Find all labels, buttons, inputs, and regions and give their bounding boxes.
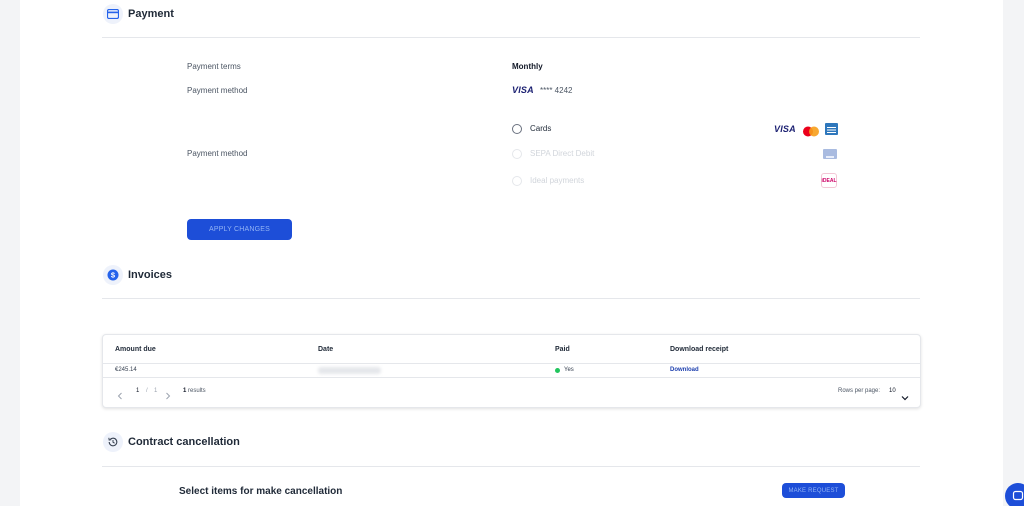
table-row: €245.14 Yes Download — [103, 364, 920, 377]
visa-card-logo: VISA — [774, 124, 796, 134]
payment-terms-label: Payment terms — [187, 62, 241, 71]
date-cell-redacted — [318, 367, 381, 374]
chevron-down-icon[interactable] — [901, 388, 909, 406]
history-icon — [103, 432, 123, 452]
page-separator: / — [146, 388, 148, 394]
payment-section-title: Payment — [128, 8, 174, 20]
chat-icon[interactable] — [1005, 483, 1024, 506]
invoices-section-title: Invoices — [128, 269, 173, 281]
ideal-logo-text: iDEAL — [821, 177, 837, 184]
ideal-icon: iDEAL — [821, 173, 837, 188]
select-items-text: Select items for make cancellation — [179, 486, 343, 497]
payment-method-label: Payment method — [187, 86, 248, 95]
ideal-option-label[interactable]: Ideal payments — [530, 176, 584, 185]
visa-logo: VISA — [512, 85, 534, 95]
card-masked-number: **** 4242 — [540, 86, 573, 95]
payment-terms-value: Monthly — [512, 62, 543, 71]
amex-icon — [825, 123, 838, 135]
results-label: results — [188, 388, 206, 394]
cards-option-label[interactable]: Cards — [530, 124, 551, 133]
sepa-icon — [823, 149, 837, 159]
column-header-date[interactable]: Date — [318, 346, 333, 353]
download-link[interactable]: Download — [670, 367, 699, 373]
chevron-right-icon[interactable] — [165, 387, 171, 405]
credit-card-icon — [103, 4, 123, 24]
apply-changes-button[interactable]: APPLY CHANGES — [187, 219, 292, 240]
dollar-icon: $ — [103, 265, 123, 285]
column-header-download[interactable]: Download receipt — [670, 346, 728, 353]
ideal-radio[interactable] — [512, 176, 522, 186]
page-current: 1 — [136, 388, 140, 394]
amount-cell: €245.14 — [115, 367, 137, 373]
cards-radio[interactable] — [512, 124, 522, 134]
make-request-button[interactable]: MAKE REQUEST — [782, 483, 845, 498]
column-header-paid[interactable]: Paid — [555, 346, 570, 353]
sepa-radio[interactable] — [512, 149, 522, 159]
invoices-divider — [102, 298, 920, 299]
sepa-option-label[interactable]: SEPA Direct Debit — [530, 149, 594, 158]
payment-method-select-label: Payment method — [187, 149, 248, 158]
page-total: 1 — [154, 388, 158, 394]
paid-status-dot — [555, 368, 560, 373]
paid-cell: Yes — [564, 367, 574, 373]
column-header-amount[interactable]: Amount due — [115, 346, 156, 353]
main-panel — [20, 0, 1003, 506]
invoices-table: Amount due Date Paid Download receipt €2… — [102, 334, 921, 408]
mastercard-icon — [802, 124, 820, 137]
results-count: 1 — [183, 388, 187, 394]
rows-per-page-value[interactable]: 10 — [889, 388, 896, 394]
row-divider — [103, 377, 920, 378]
payment-divider — [102, 37, 920, 38]
rows-per-page-label: Rows per page: — [838, 388, 881, 394]
chevron-left-icon[interactable] — [117, 387, 123, 405]
cancellation-section-title: Contract cancellation — [128, 436, 240, 448]
cancellation-divider — [102, 466, 920, 467]
